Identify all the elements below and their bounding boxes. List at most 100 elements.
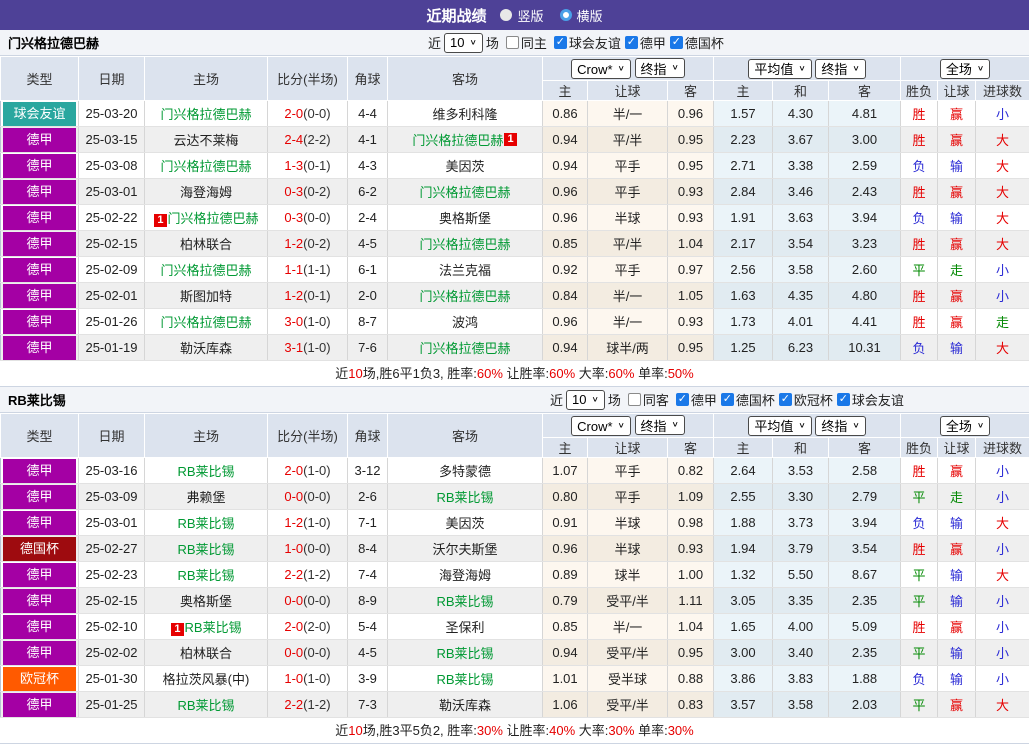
avg-away: 4.80 [829,283,901,309]
away-team[interactable]: RB莱比锡 [436,646,493,661]
competition-filter[interactable]: ✓德国杯 [721,390,775,409]
summary-segment: 单率: [634,723,667,738]
result-handicap: 输 [938,153,976,179]
avg-stage-select[interactable]: 终指∨ [815,59,865,79]
halftime-score: (0-1) [303,288,330,303]
competition-filter[interactable]: ✓球会友谊 [837,390,904,409]
away-team[interactable]: RB莱比锡 [436,672,493,687]
odds-stage-select[interactable]: 终指∨ [635,58,685,78]
score-cell: 2-2(1-2) [268,562,348,588]
recent-count-select[interactable]: 10 ∨ [566,390,605,410]
odds-source-select[interactable]: Crow*∨ [571,59,631,79]
same-venue-filter[interactable]: 同客 [628,390,669,409]
odds-away: 0.93 [668,309,714,335]
recent-count-select[interactable]: 10 ∨ [444,33,483,53]
match-row: 德甲25-01-19勒沃库森3-1(1-0)7-6门兴格拉德巴赫0.94球半/两… [1,335,1029,361]
odds-handicap: 半球 [588,536,668,562]
home-cell: RB莱比锡 [145,510,268,536]
radio-vertical-layout[interactable]: 竖版 [500,6,543,25]
competition-filter[interactable]: ✓德甲 [676,390,717,409]
odds-source-select[interactable]: Crow*∨ [571,416,631,436]
away-team[interactable]: 门兴格拉德巴赫 [419,185,510,200]
away-team[interactable]: 门兴格拉德巴赫 [419,237,510,252]
avg-draw: 3.54 [773,231,829,257]
home-team[interactable]: RB莱比锡 [177,516,234,531]
away-cell: 海登海姆 [388,562,543,588]
halftime-score: (2-0) [303,619,330,634]
odds-home: 0.80 [543,484,588,510]
avg-stage-select[interactable]: 终指∨ [815,416,865,436]
match-date: 25-02-02 [79,640,145,666]
home-cell: RB莱比锡 [145,692,268,718]
red-card-mark: 1 [154,214,166,227]
away-team[interactable]: 门兴格拉德巴赫 [412,133,503,148]
away-cell: 门兴格拉德巴赫 [388,335,543,361]
home-team: 弗赖堡 [186,490,225,505]
competition-filter[interactable]: ✓德甲 [625,33,666,52]
avg-odds-select[interactable]: 平均值∨ [748,416,811,436]
away-team[interactable]: 门兴格拉德巴赫 [419,289,510,304]
away-team[interactable]: RB莱比锡 [436,490,493,505]
avg-home: 1.32 [714,562,773,588]
away-team[interactable]: RB莱比锡 [436,594,493,609]
home-team[interactable]: 门兴格拉德巴赫 [160,263,251,278]
same-venue-filter[interactable]: 同主 [506,33,547,52]
competition-filter[interactable]: ✓欧冠杯 [779,390,833,409]
home-team[interactable]: RB莱比锡 [177,464,234,479]
checkbox-checked-icon[interactable]: ✓ [779,393,792,406]
checkbox-unchecked-icon[interactable] [506,36,519,49]
odds-away: 0.95 [668,640,714,666]
halftime-score: (1-1) [303,262,330,277]
competition-filter-label: 德国杯 [736,390,775,409]
checkbox-checked-icon[interactable]: ✓ [676,393,689,406]
checkbox-checked-icon[interactable]: ✓ [554,36,567,49]
avg-home: 1.25 [714,335,773,361]
col-crow-handicap: 让球 [588,81,668,101]
recent-label: 近 [550,390,563,409]
radio-button-icon[interactable] [500,9,512,21]
competition-filter[interactable]: ✓球会友谊 [554,33,621,52]
result-scope-select[interactable]: 全场∨ [940,59,990,79]
odds-home: 0.89 [543,562,588,588]
result-wdl: 胜 [901,283,938,309]
home-team[interactable]: 门兴格拉德巴赫 [160,159,251,174]
home-team: 柏林联合 [180,237,232,252]
checkbox-checked-icon[interactable]: ✓ [625,36,638,49]
halftime-score: (2-2) [303,132,330,147]
col-avg-draw: 和 [773,81,829,101]
home-team[interactable]: 门兴格拉德巴赫 [168,211,259,226]
checkbox-checked-icon[interactable]: ✓ [670,36,683,49]
summary-segment: 30% [608,723,634,738]
home-team[interactable]: 门兴格拉德巴赫 [160,315,251,330]
result-wdl: 胜 [901,101,938,127]
result-goals: 小 [976,458,1029,484]
competition-badge: 德甲 [3,258,76,282]
home-team[interactable]: 门兴格拉德巴赫 [160,107,251,122]
summary-row: 近10场,胜6平1负3, 胜率:60% 让胜率:60% 大率:60% 单率:50… [0,361,1029,387]
competition-filter[interactable]: ✓德国杯 [670,33,724,52]
match-date: 25-02-22 [79,205,145,231]
competition-badge: 德甲 [3,511,76,535]
home-team[interactable]: RB莱比锡 [177,698,234,713]
checkbox-checked-icon[interactable]: ✓ [837,393,850,406]
competition-cell: 德甲 [1,562,79,588]
home-team[interactable]: RB莱比锡 [185,620,242,635]
checkbox-unchecked-icon[interactable] [628,393,641,406]
result-handicap: 赢 [938,309,976,335]
avg-odds-select[interactable]: 平均值∨ [748,59,811,79]
home-team[interactable]: RB莱比锡 [177,542,234,557]
avg-odds-group: 平均值∨ 终指∨ [714,414,901,438]
away-team[interactable]: 门兴格拉德巴赫 [419,341,510,356]
odds-stage-select[interactable]: 终指∨ [635,415,685,435]
radio-button-icon[interactable] [560,9,572,21]
result-scope-select[interactable]: 全场∨ [940,416,990,436]
score-cell: 2-0(1-0) [268,458,348,484]
checkbox-checked-icon[interactable]: ✓ [721,393,734,406]
home-team[interactable]: RB莱比锡 [177,568,234,583]
summary-segment: 40% [549,723,575,738]
radio-horizontal-layout[interactable]: 横版 [560,6,603,25]
result-handicap: 走 [938,484,976,510]
avg-draw: 4.00 [773,614,829,640]
odds-handicap: 球半/两 [588,335,668,361]
col-home: 主场 [145,414,268,458]
